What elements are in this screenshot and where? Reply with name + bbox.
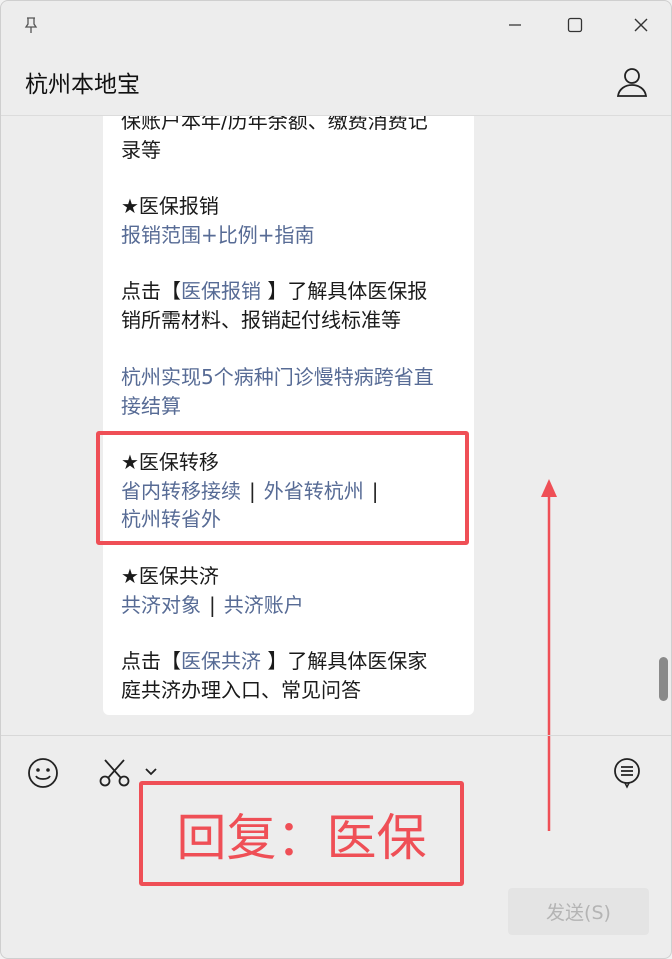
- user-icon[interactable]: [615, 65, 649, 99]
- reimburse-text: 点击【医保报销 】了解具体医保报 销所需材料、报销起付线标准等: [121, 279, 428, 332]
- close-icon[interactable]: [625, 9, 657, 41]
- news-link[interactable]: 杭州实现5个病种门诊慢特病跨省直 接结算: [121, 363, 456, 420]
- input-divider: [1, 735, 671, 736]
- mutual-keyword-link[interactable]: 医保共济: [181, 649, 261, 673]
- mutual-text: 点击【医保共济 】了解具体医保家 庭共济办理入口、常见问答: [121, 649, 428, 702]
- reimburse-section: ★医保报销 报销范围+比例+指南: [121, 192, 456, 249]
- arrow-up-icon: [541, 479, 557, 831]
- minimize-icon[interactable]: [499, 9, 531, 41]
- mutual-link-objects[interactable]: 共济对象: [121, 593, 201, 617]
- reimburse-keyword-link[interactable]: 医保报销: [181, 279, 261, 303]
- maximize-icon[interactable]: [559, 9, 591, 41]
- chat-history-icon[interactable]: [611, 756, 645, 790]
- send-button[interactable]: 发送(S): [508, 888, 649, 935]
- mutual-section: ★医保共济 共济对象 | 共济账户: [121, 562, 456, 619]
- chat-window: 杭州本地宝 保账户本年/历年余额、缴费消费记 录等 ★医保报销 报销范围+比例+…: [0, 0, 672, 959]
- emoji-icon[interactable]: [26, 756, 60, 790]
- highlight-box: [96, 431, 469, 545]
- scissors-icon[interactable]: [98, 756, 132, 790]
- mutual-heading: ★医保共济: [121, 564, 219, 588]
- chat-header: 杭州本地宝: [1, 49, 671, 116]
- message-area[interactable]: 保账户本年/历年余额、缴费消费记 录等 ★医保报销 报销范围+比例+指南 点击【…: [1, 116, 671, 736]
- reply-annotation-box: 回复：医保: [139, 781, 464, 886]
- reply-annotation-text: 回复：医保: [176, 808, 427, 867]
- message-partial-text: 保账户本年/历年余额、缴费消费记 录等: [121, 116, 428, 162]
- pin-icon[interactable]: [15, 9, 47, 41]
- message-bubble: 保账户本年/历年余额、缴费消费记 录等 ★医保报销 报销范围+比例+指南 点击【…: [103, 116, 474, 715]
- title-bar: [1, 1, 671, 49]
- scrollbar-thumb[interactable]: [659, 657, 668, 701]
- reimburse-link[interactable]: 报销范围+比例+指南: [121, 221, 456, 250]
- chat-title: 杭州本地宝: [25, 72, 140, 98]
- reimburse-heading: ★医保报销: [121, 194, 219, 218]
- mutual-link-account[interactable]: 共济账户: [224, 593, 304, 617]
- chevron-down-icon[interactable]: [141, 761, 161, 781]
